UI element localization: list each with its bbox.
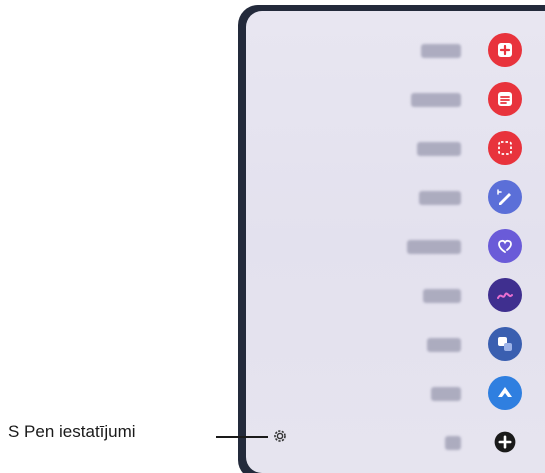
- menu-item-label: [431, 387, 461, 401]
- menu-item-translate[interactable]: [246, 325, 545, 365]
- menu-item-create-note[interactable]: [246, 31, 545, 71]
- menu-item-label: [421, 44, 461, 58]
- menu-item-screen-write[interactable]: [246, 178, 545, 218]
- menu-item-label: [417, 142, 461, 156]
- callout-leader-line: [216, 436, 268, 438]
- menu-item-view-all-notes[interactable]: [246, 80, 545, 120]
- air-command-panel: [246, 11, 545, 473]
- menu-item-label: [419, 191, 461, 205]
- doodle-icon[interactable]: [488, 278, 522, 312]
- menu-item-live-messages[interactable]: [246, 227, 545, 267]
- gear-icon[interactable]: [272, 428, 288, 444]
- menu-item-label: [423, 289, 461, 303]
- translate-icon[interactable]: [488, 327, 522, 361]
- smart-select-icon[interactable]: [488, 131, 522, 165]
- menu-item-label: [407, 240, 461, 254]
- notes-list-icon[interactable]: [488, 82, 522, 116]
- vision-icon[interactable]: [488, 376, 522, 410]
- live-message-icon[interactable]: [488, 229, 522, 263]
- menu-item-label: [427, 338, 461, 352]
- menu-item-add-shortcut[interactable]: [246, 423, 545, 463]
- menu-item-label: [411, 93, 461, 107]
- screen-write-icon[interactable]: [488, 180, 522, 214]
- menu-item-smart-select[interactable]: [246, 129, 545, 169]
- menu-item-ar-doodle[interactable]: [246, 276, 545, 316]
- menu-item-label: [445, 436, 461, 450]
- note-add-icon[interactable]: [488, 33, 522, 67]
- menu-item-bixby-vision[interactable]: [246, 374, 545, 414]
- settings-callout-label: S Pen iestatījumi: [8, 422, 136, 441]
- add-icon[interactable]: [488, 425, 522, 459]
